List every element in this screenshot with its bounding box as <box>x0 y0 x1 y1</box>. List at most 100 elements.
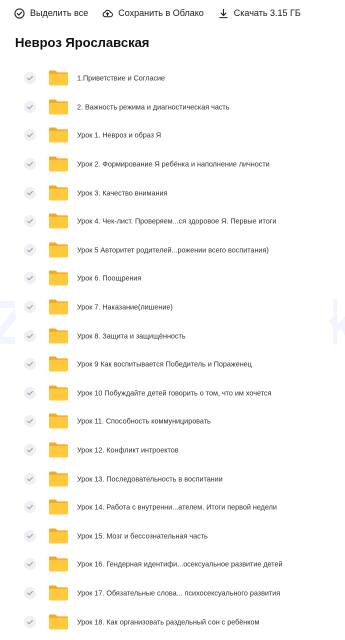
folder-icon <box>48 127 69 144</box>
folder-name[interactable]: Урок 3. Качество внимания <box>77 188 329 197</box>
check-icon <box>26 532 34 540</box>
folder-name[interactable]: Урок 11. Способность коммуницировать <box>77 417 329 426</box>
folder-icon <box>48 527 69 544</box>
folder-icon <box>48 499 69 516</box>
folder-row[interactable]: Урок 14. Работа с внутренни...ателем. Ит… <box>15 492 333 522</box>
folder-row[interactable]: Урок 13. Последовательность в воспитании <box>15 464 333 493</box>
folder-row[interactable]: Урок 17. Обязательные слова... психосекс… <box>15 578 333 608</box>
folder-icon <box>48 241 69 258</box>
folder-row[interactable]: Урок 12. Конфликт интроектов <box>15 435 333 465</box>
folder-row[interactable]: Урок 3. Качество внимания <box>15 178 333 207</box>
folder-name[interactable]: Урок 13. Последовательность в воспитании <box>77 474 329 483</box>
check-icon <box>26 332 34 340</box>
folder-row[interactable]: 2. Важность режима и диагностическая час… <box>15 92 333 122</box>
file-list-page: Выделить все Сохранить в Облако Скачать … <box>0 0 345 640</box>
folder-row[interactable]: Урок 16. Гендерная идентифи...осексуальн… <box>15 550 333 579</box>
checkbox[interactable] <box>24 158 36 171</box>
checkbox[interactable] <box>24 215 36 228</box>
folder-row[interactable]: Урок 1. Невроз и образ Я <box>15 121 333 150</box>
checkbox[interactable] <box>24 329 36 342</box>
checkbox[interactable] <box>24 615 36 628</box>
checkbox[interactable] <box>24 272 36 285</box>
check-icon <box>26 618 34 626</box>
checkbox[interactable] <box>24 186 36 199</box>
folder-row[interactable]: Урок 18. Как организовать раздельный сон… <box>15 607 333 636</box>
folder-row[interactable]: 1.Приветствие и Согласие <box>15 64 333 93</box>
folder-icon <box>48 584 69 601</box>
folder-icon <box>48 384 69 401</box>
checkbox[interactable] <box>24 243 36 256</box>
folder-name[interactable]: Урок 1. Невроз и образ Я <box>77 131 329 140</box>
select-all-label: Выделить все <box>30 8 89 18</box>
checkbox[interactable] <box>24 501 36 514</box>
folder-name[interactable]: Урок 6. Поощрения <box>77 274 329 283</box>
checkbox[interactable] <box>24 72 36 85</box>
folder-name[interactable]: Урок 5 Авторитет родителей...рожении все… <box>77 245 329 254</box>
download-icon <box>218 8 229 19</box>
check-icon <box>26 589 34 597</box>
folder-row[interactable]: Урок 6. Поощрения <box>15 264 333 293</box>
folder-name[interactable]: 2. Важность режима и диагностическая час… <box>77 102 329 111</box>
check-icon <box>26 503 34 511</box>
folder-name[interactable]: Урок 10 Побуждайте детей говорить о том,… <box>77 388 329 397</box>
check-icon <box>26 217 34 225</box>
checkbox[interactable] <box>24 129 36 142</box>
toolbar: Выделить все Сохранить в Облако Скачать … <box>0 0 345 26</box>
download-label: Скачать 3.15 ГБ <box>233 8 301 18</box>
folder-icon <box>48 613 69 630</box>
save-to-cloud-label: Сохранить в Облако <box>118 8 204 18</box>
checkbox[interactable] <box>24 586 36 599</box>
file-list: 1.Приветствие и Согласие 2. Важность режи… <box>15 64 333 636</box>
folder-name[interactable]: Урок 2. Формирование Я ребёнка и наполне… <box>77 160 329 169</box>
select-all-button[interactable]: Выделить все <box>14 7 89 19</box>
checkbox[interactable] <box>24 301 36 314</box>
folder-row[interactable]: Урок 4. Чек-лист. Проверяем...ся здорово… <box>15 206 333 236</box>
folder-row[interactable]: Урок 15. Мозг и бессознательная часть <box>15 521 333 551</box>
folder-name[interactable]: Урок 16. Гендерная идентифи...осексуальн… <box>77 560 329 569</box>
folder-icon <box>48 98 69 115</box>
folder-row[interactable]: Урок 8. Защита и защищённость <box>15 321 333 350</box>
check-icon <box>26 389 34 397</box>
check-icon <box>26 189 34 197</box>
folder-icon <box>48 184 69 201</box>
folder-row[interactable]: Урок 5 Авторитет родителей...рожении все… <box>15 235 333 265</box>
folder-icon <box>48 442 69 459</box>
checkbox[interactable] <box>24 472 36 485</box>
folder-name[interactable]: Урок 14. Работа с внутренни...ателем. Ит… <box>77 503 329 512</box>
save-to-cloud-button[interactable]: Сохранить в Облако <box>102 8 204 19</box>
folder-name[interactable]: 1.Приветствие и Согласие <box>77 74 329 83</box>
download-button[interactable]: Скачать 3.15 ГБ <box>218 8 301 19</box>
folder-icon <box>48 156 69 173</box>
folder-name[interactable]: Урок 8. Защита и защищённость <box>77 331 329 340</box>
folder-name[interactable]: Урок 12. Конфликт интроектов <box>77 446 329 455</box>
folder-icon <box>48 299 69 316</box>
page-title: Невроз Ярославская <box>15 35 150 50</box>
check-icon <box>26 274 34 282</box>
folder-name[interactable]: Урок 17. Обязательные слова... психосекс… <box>77 588 329 597</box>
folder-name[interactable]: Урок 7. Наказание(лишение) <box>77 303 329 312</box>
folder-icon <box>48 270 69 287</box>
check-icon <box>26 475 34 483</box>
folder-row[interactable]: Урок 9 Как воспитывается Победитель и По… <box>15 349 333 379</box>
folder-row[interactable]: Урок 7. Наказание(лишение) <box>15 292 333 322</box>
cloud-upload-icon <box>102 8 114 19</box>
checkbox[interactable] <box>24 386 36 399</box>
folder-name[interactable]: Урок 15. Мозг и бессознательная часть <box>77 531 329 540</box>
folder-row[interactable]: Урок 2. Формирование Я ребёнка и наполне… <box>15 149 333 179</box>
folder-icon <box>48 213 69 230</box>
folder-row[interactable]: Урок 10 Побуждайте детей говорить о том,… <box>15 378 333 408</box>
checkbox[interactable] <box>24 358 36 371</box>
folder-row[interactable]: Урок 11. Способность коммуницировать <box>15 407 333 436</box>
check-circle-icon <box>14 7 25 19</box>
checkbox[interactable] <box>24 100 36 113</box>
checkbox[interactable] <box>24 558 36 571</box>
checkbox[interactable] <box>24 415 36 428</box>
check-icon <box>26 417 34 425</box>
folder-name[interactable]: Урок 4. Чек-лист. Проверяем...ся здорово… <box>77 217 329 226</box>
checkbox[interactable] <box>24 444 36 457</box>
checkbox[interactable] <box>24 529 36 542</box>
folder-name[interactable]: Урок 18. Как организовать раздельный сон… <box>77 617 329 626</box>
folder-name[interactable]: Урок 9 Как воспитывается Победитель и По… <box>77 360 329 369</box>
check-icon <box>26 446 34 454</box>
check-icon <box>26 103 34 111</box>
